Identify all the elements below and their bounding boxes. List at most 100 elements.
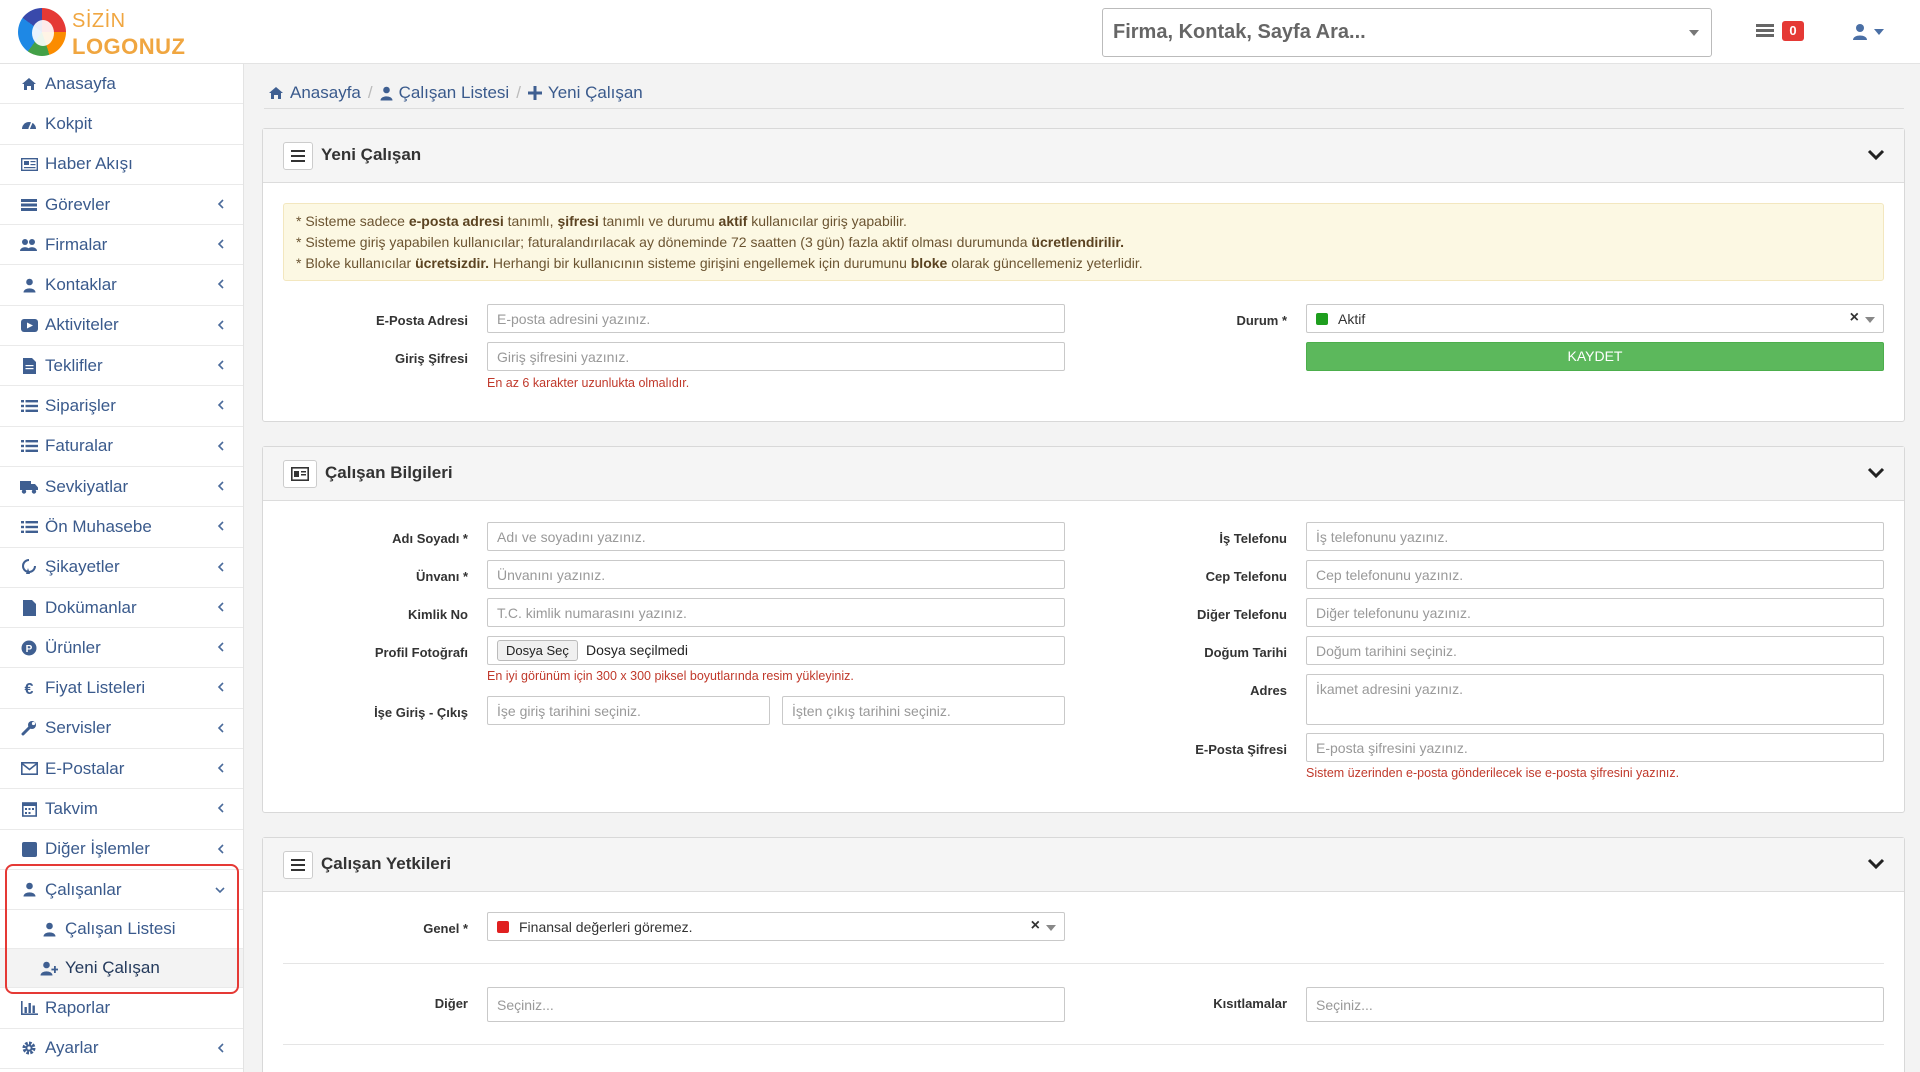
sidebar-item-urunler[interactable]: P Ürünler (0, 628, 243, 669)
sidebar-item-fiyat-listeleri[interactable]: € Fiyat Listeleri (0, 668, 243, 709)
choose-file-button[interactable]: Dosya Seç (497, 640, 578, 661)
sidebar-item-firmalar[interactable]: Firmalar (0, 225, 243, 266)
sidebar-item-aktiviteler[interactable]: Aktiviteler (0, 306, 243, 347)
sidebar-item-sevkiyatlar[interactable]: Sevkiyatlar (0, 467, 243, 508)
list-icon (20, 518, 38, 536)
chevron-down-icon[interactable] (1046, 925, 1056, 931)
sidebar-item-label: Dokümanlar (45, 597, 137, 617)
status-label: Durum * (1236, 313, 1287, 328)
panel-title: Çalışan Yetkileri (321, 854, 452, 873)
chevron-down-icon[interactable] (1865, 317, 1875, 323)
top-bar: SİZİN LOGONUZ 0 (0, 0, 1920, 64)
sidebar-subitem-yeni-calisan[interactable]: Yeni Çalışan (0, 949, 243, 989)
email-password-field[interactable] (1306, 733, 1884, 762)
sidebar-item-dokumanlar[interactable]: Dokümanlar (0, 588, 243, 629)
chevron-left-icon (217, 721, 225, 736)
address-field[interactable] (1306, 674, 1884, 725)
id-number-field[interactable] (487, 598, 1065, 627)
square-icon (20, 840, 38, 858)
newspaper-icon (20, 155, 38, 173)
sidebar-item-teklifler[interactable]: Teklifler (0, 346, 243, 387)
user-icon (380, 86, 393, 101)
full-name-field[interactable] (487, 522, 1065, 551)
global-search[interactable] (1102, 8, 1712, 57)
clear-icon[interactable]: × (1031, 917, 1040, 935)
sidebar-item-calisanlar[interactable]: Çalışanlar (0, 870, 243, 911)
mobile-phone-field[interactable] (1306, 560, 1884, 589)
sidebar-item-label: Servisler (45, 718, 112, 738)
chevron-down-icon[interactable] (1866, 145, 1886, 165)
chevron-left-icon (217, 277, 225, 292)
logo[interactable]: SİZİN LOGONUZ (18, 8, 228, 59)
sidebar-item-kokpit[interactable]: Kokpit (0, 104, 243, 145)
status-select[interactable]: Aktif × (1306, 304, 1884, 333)
sidebar-item-anasayfa[interactable]: Anasayfa (0, 64, 243, 105)
breadcrumb-home[interactable]: Anasayfa (290, 83, 361, 103)
sidebar-item-takvim[interactable]: Takvim (0, 789, 243, 830)
panel-menu-button[interactable] (283, 460, 317, 488)
truck-icon (20, 478, 38, 496)
general-permission-select[interactable]: Finansal değerleri göremez. × (487, 912, 1065, 941)
panel-title: Çalışan Bilgileri (325, 463, 453, 482)
end-date-field[interactable] (782, 696, 1065, 725)
svg-text:P: P (26, 644, 33, 655)
mobile-phone-label: Cep Telefonu (1205, 569, 1287, 584)
panel-menu-button[interactable] (283, 851, 313, 879)
chevron-down-icon[interactable] (1866, 854, 1886, 874)
user-menu-button[interactable] (1852, 20, 1892, 44)
password-label: Giriş Şifresi (395, 351, 468, 366)
sidebar-item-label: Raporlar (45, 997, 111, 1017)
sidebar-item-label: Faturalar (45, 436, 114, 456)
logo-line-2: LOGONUZ (72, 34, 186, 59)
sidebar-item-haber-akisi[interactable]: Haber Akışı (0, 145, 243, 185)
start-date-field[interactable] (487, 696, 770, 725)
sidebar-subitem-calisan-listesi[interactable]: Çalışan Listesi (0, 910, 243, 950)
panel-menu-button[interactable] (283, 142, 313, 170)
breadcrumb-divider (264, 108, 1904, 109)
sidebar-item-label: Şikayetler (45, 557, 120, 577)
job-title-field[interactable] (487, 560, 1065, 589)
password-field[interactable] (487, 342, 1065, 371)
sidebar-item-gorevler[interactable]: Görevler (0, 185, 243, 226)
sidebar-item-ayarlar[interactable]: Ayarlar (0, 1029, 243, 1069)
clear-icon[interactable]: × (1850, 309, 1859, 327)
sidebar-item-on-muhasebe[interactable]: Ön Muhasebe (0, 507, 243, 548)
panel-header: Yeni Çalışan (263, 129, 1904, 183)
user-icon (20, 881, 38, 899)
sidebar: Anasayfa Kokpit Haber Akışı Görevler Firmala… (0, 64, 244, 1072)
breadcrumb-new-employee[interactable]: Yeni Çalışan (548, 83, 643, 103)
other-permission-field[interactable] (487, 987, 1065, 1022)
other-phone-field[interactable] (1306, 598, 1884, 627)
alert-line-2: * Sisteme giriş yapabilen kullanıcılar; … (296, 234, 1124, 250)
product-icon: P (20, 639, 38, 657)
panel-header: Çalışan Yetkileri (263, 838, 1904, 892)
plus-icon (527, 86, 542, 100)
sidebar-item-raporlar[interactable]: Raporlar (0, 988, 243, 1029)
sidebar-item-sikayetler[interactable]: Şikayetler (0, 548, 243, 588)
chevron-left-icon (217, 560, 225, 575)
sidebar-item-e-postalar[interactable]: E-Postalar (0, 749, 243, 790)
profile-photo-input[interactable]: Dosya Seç Dosya seçilmedi (487, 636, 1065, 665)
work-phone-label: İş Telefonu (1219, 531, 1287, 546)
work-phone-field[interactable] (1306, 522, 1884, 551)
chevron-down-icon[interactable] (1689, 30, 1699, 36)
sidebar-item-servisler[interactable]: Servisler (0, 709, 243, 750)
sidebar-item-label: Çalışan Listesi (65, 919, 176, 939)
sidebar-item-kontaklar[interactable]: Kontaklar (0, 265, 243, 306)
birth-date-field[interactable] (1306, 636, 1884, 665)
notifications-button[interactable]: 0 (1756, 20, 1812, 44)
restrictions-field[interactable] (1306, 987, 1884, 1022)
email-field[interactable] (487, 304, 1065, 333)
hamburger-icon (291, 150, 305, 162)
chevron-left-icon (217, 801, 225, 816)
save-button[interactable]: KAYDET (1306, 342, 1884, 371)
email-label: E-Posta Adresi (376, 313, 468, 328)
sidebar-item-faturalar[interactable]: Faturalar (0, 427, 243, 467)
search-input[interactable] (1103, 9, 1673, 56)
sidebar-item-siparisler[interactable]: Siparişler (0, 386, 243, 427)
breadcrumb-employee-list[interactable]: Çalışan Listesi (399, 83, 510, 103)
chevron-left-icon (217, 519, 225, 534)
chevron-down-icon[interactable] (1866, 463, 1886, 483)
chevron-left-icon (217, 318, 225, 333)
sidebar-item-diger-islemler[interactable]: Diğer İşlemler (0, 830, 243, 870)
